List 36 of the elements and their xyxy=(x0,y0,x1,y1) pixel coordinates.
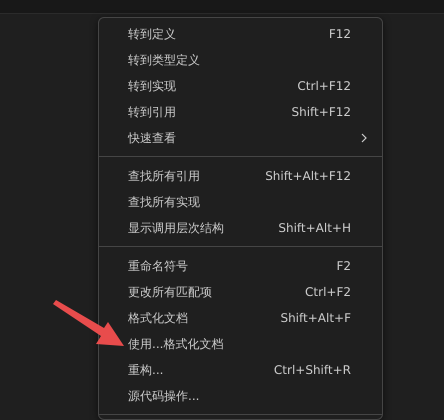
menu-item-label: 转到实现 xyxy=(128,78,177,95)
menu-item[interactable]: 转到引用 Shift+F12 xyxy=(99,99,382,125)
shortcut-label: F12 xyxy=(328,26,351,43)
menu-item[interactable]: 查找所有引用 Shift+Alt+F12 xyxy=(99,163,382,189)
menu-item-label: 查找所有引用 xyxy=(128,168,201,185)
menu-item[interactable]: 查找所有实现 xyxy=(99,189,382,215)
shortcut-label: Shift+Alt+H xyxy=(278,220,351,237)
menu-item-label: 查找所有实现 xyxy=(128,194,201,211)
menu-item-label: 转到类型定义 xyxy=(128,52,201,69)
menu-item[interactable]: 转到定义 F12 xyxy=(99,21,382,47)
shortcut-label: Shift+Alt+F xyxy=(280,310,351,327)
shortcut-label: Ctrl+F2 xyxy=(305,284,351,301)
menu-item-label: 使用...格式化文档 xyxy=(128,336,224,353)
menu-item[interactable]: 重命名符号 F2 xyxy=(99,253,382,279)
menu-item-label: 重命名符号 xyxy=(128,258,189,275)
menu-item[interactable]: 格式化文档 Shift+Alt+F xyxy=(99,305,382,331)
shortcut-label: F2 xyxy=(336,258,351,275)
menu-item-label: 转到引用 xyxy=(128,104,177,121)
menu-item[interactable]: 快速查看 xyxy=(99,125,382,151)
shortcut-label: Ctrl+Shift+R xyxy=(274,362,351,379)
menu-item[interactable]: 显示调用层次结构 Shift+Alt+H xyxy=(99,215,382,241)
shortcut-label: Shift+F12 xyxy=(291,104,351,121)
menu-item-label: 源代码操作... xyxy=(128,388,200,405)
shortcut-label: Ctrl+F12 xyxy=(297,78,351,95)
menu-item-label: 更改所有匹配项 xyxy=(128,284,213,301)
menu-item[interactable]: 转到类型定义 xyxy=(99,47,382,73)
shortcut-label: Shift+Alt+F12 xyxy=(265,168,351,185)
menu-item[interactable]: 源代码操作... xyxy=(99,383,382,409)
menu-item-label: 显示调用层次结构 xyxy=(128,220,225,237)
menu-item-label: 快速查看 xyxy=(128,130,177,147)
menu-item-label: 重构... xyxy=(128,362,164,379)
menu-item[interactable]: 转到实现 Ctrl+F12 xyxy=(99,73,382,99)
menu-item-label: 格式化文档 xyxy=(128,310,189,327)
menu-item[interactable]: 更改所有匹配项 Ctrl+F2 xyxy=(99,279,382,305)
menu-item[interactable]: 重构... Ctrl+Shift+R xyxy=(99,357,382,383)
menu-item-label: 转到定义 xyxy=(128,26,177,43)
